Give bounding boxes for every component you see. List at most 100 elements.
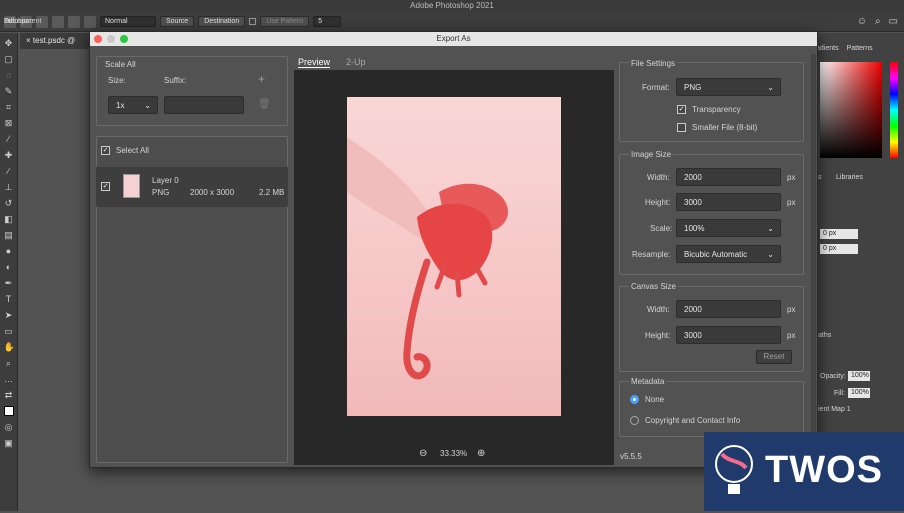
zoom-out-icon[interactable]: ⊖ bbox=[419, 448, 427, 459]
zoom-level: 33.33% bbox=[440, 449, 468, 458]
move-tool-icon[interactable]: ✥ bbox=[4, 38, 14, 48]
size-label: Size: bbox=[108, 76, 126, 85]
suffix-label: Suffix: bbox=[164, 76, 187, 85]
scale-select[interactable]: 100% ⌄ bbox=[676, 219, 781, 237]
source-button[interactable]: Source bbox=[160, 16, 195, 27]
crop-tool-icon[interactable]: ⌗ bbox=[4, 102, 14, 112]
transparency-checkbox[interactable]: ✓ bbox=[677, 105, 686, 114]
preview-tabs: Preview 2-Up bbox=[298, 57, 366, 68]
image-height-unit: px bbox=[787, 198, 796, 207]
selection-subtract-icon[interactable] bbox=[68, 15, 80, 28]
tab-paths[interactable]: aths bbox=[818, 332, 831, 339]
metadata-none-radio[interactable] bbox=[630, 395, 639, 404]
scale-value: 100% bbox=[684, 224, 705, 233]
settings-scrollbar[interactable] bbox=[811, 54, 816, 464]
preview-image bbox=[347, 97, 561, 416]
image-width-input[interactable]: 2000 bbox=[676, 168, 781, 186]
selection-add-icon[interactable] bbox=[52, 15, 64, 28]
scale-all-heading: Scale All bbox=[105, 60, 136, 69]
color-panel-tabs: adients Patterns bbox=[812, 43, 904, 57]
select-all-label: Select All bbox=[116, 146, 149, 155]
path-select-icon[interactable]: ➤ bbox=[4, 310, 14, 320]
image-height-label: Height: bbox=[645, 198, 671, 207]
gradient-tool-icon[interactable]: ▤ bbox=[4, 230, 14, 240]
history-brush-icon[interactable]: ↺ bbox=[4, 198, 14, 208]
canvas-width-input[interactable]: 2000 bbox=[676, 300, 781, 318]
dodge-tool-icon[interactable]: ◐ bbox=[4, 262, 14, 272]
diffusion-select[interactable]: 5 bbox=[313, 16, 342, 27]
destination-button[interactable]: Destination bbox=[198, 16, 246, 27]
format-select[interactable]: PNG ⌄ bbox=[676, 78, 781, 96]
workspace-icon[interactable]: ▭ bbox=[889, 16, 898, 27]
smaller-file-label: Smaller File (8-bit) bbox=[692, 123, 758, 132]
suffix-input[interactable] bbox=[164, 96, 244, 114]
document-tab[interactable]: × test.psdc @ bbox=[20, 33, 95, 49]
healing-tool-icon[interactable]: ✚ bbox=[4, 150, 14, 160]
brush-tool-icon[interactable]: ∕ bbox=[4, 166, 14, 176]
hue-slider[interactable] bbox=[890, 62, 898, 158]
tab-patterns[interactable]: Patterns bbox=[843, 43, 877, 57]
trash-icon[interactable]: 🗑 bbox=[258, 99, 271, 110]
format-value: PNG bbox=[684, 83, 702, 92]
eyedropper-tool-icon[interactable]: ⁄ bbox=[4, 134, 14, 144]
quick-mask-icon[interactable]: ◎ bbox=[4, 422, 14, 432]
stamp-tool-icon[interactable]: ⊥ bbox=[4, 182, 14, 192]
metadata-heading: Metadata bbox=[629, 377, 667, 386]
reset-button[interactable]: Reset bbox=[756, 350, 792, 364]
size-value: 1x bbox=[116, 101, 125, 110]
file-settings-heading: File Settings bbox=[629, 59, 678, 68]
metadata-section bbox=[619, 381, 804, 437]
opacity-field[interactable]: 100% bbox=[848, 371, 870, 381]
zoom-tool-icon[interactable]: ⌕ bbox=[4, 358, 14, 368]
hand-tool-icon[interactable]: ✋ bbox=[4, 342, 15, 352]
size-select[interactable]: 1x ⌄ bbox=[108, 96, 158, 114]
pen-tool-icon[interactable]: ✒ bbox=[4, 278, 14, 288]
fill-field[interactable]: 100% bbox=[848, 388, 870, 398]
eraser-tool-icon[interactable]: ◧ bbox=[4, 214, 14, 224]
maximize-window-button[interactable] bbox=[120, 35, 128, 43]
chevron-down-icon: ⌄ bbox=[767, 83, 774, 92]
opacity-label: Opacity: bbox=[820, 373, 846, 380]
selection-intersect-icon[interactable] bbox=[84, 15, 96, 28]
account-icon[interactable]: ☺ bbox=[857, 16, 867, 27]
patch-select[interactable]: Normal bbox=[100, 16, 156, 27]
metadata-copyright-radio[interactable] bbox=[630, 416, 639, 425]
canvas-height-input[interactable]: 3000 bbox=[676, 326, 781, 344]
tab-2up[interactable]: 2-Up bbox=[346, 57, 366, 68]
layer-name-label: ient Map 1 bbox=[818, 406, 851, 413]
screen-mode-icon[interactable]: ▣ bbox=[4, 438, 14, 448]
quick-select-tool-icon[interactable]: ✎ bbox=[4, 86, 14, 96]
dialog-title: Export As bbox=[436, 34, 471, 43]
swap-colors-icon[interactable]: ⇄ bbox=[4, 390, 14, 400]
close-icon[interactable]: × bbox=[26, 36, 33, 45]
blur-tool-icon[interactable]: ● bbox=[4, 246, 14, 256]
select-all-checkbox[interactable]: ✓ bbox=[101, 146, 110, 155]
fill-label: Fill: bbox=[834, 390, 845, 397]
color-picker-field[interactable] bbox=[820, 62, 882, 158]
color-swatches[interactable] bbox=[3, 406, 14, 416]
minimize-window-button[interactable] bbox=[107, 35, 115, 43]
image-height-input[interactable]: 3000 bbox=[676, 193, 781, 211]
resample-select[interactable]: Bicubic Automatic ⌄ bbox=[676, 245, 781, 263]
type-tool-icon[interactable]: T bbox=[4, 294, 14, 304]
zoom-in-icon[interactable]: ⊕ bbox=[477, 448, 485, 459]
chevron-down-icon: ⌄ bbox=[767, 224, 774, 233]
more-tools-icon[interactable]: … bbox=[4, 374, 14, 384]
y-position-field[interactable]: 0 px bbox=[820, 244, 858, 254]
close-window-button[interactable] bbox=[94, 35, 102, 43]
search-icon[interactable]: ⌕ bbox=[875, 16, 881, 27]
lasso-tool-icon[interactable]: ◌ bbox=[4, 70, 14, 80]
marquee-tool-icon[interactable]: ▢ bbox=[4, 54, 14, 64]
transparent-checkbox[interactable] bbox=[249, 18, 257, 25]
use-pattern-button[interactable]: Use Pattern bbox=[260, 16, 310, 27]
smaller-file-checkbox[interactable] bbox=[677, 123, 686, 132]
tab-preview[interactable]: Preview bbox=[298, 57, 331, 68]
layer-name: Layer 0 bbox=[152, 176, 179, 185]
image-size-heading: Image Size bbox=[629, 150, 674, 159]
frame-tool-icon[interactable]: ⊠ bbox=[4, 118, 14, 128]
layer-checkbox[interactable]: ✓ bbox=[101, 182, 110, 191]
shape-tool-icon[interactable]: ▭ bbox=[4, 326, 14, 336]
add-scale-icon[interactable]: + bbox=[258, 72, 265, 86]
x-position-field[interactable]: 0 px bbox=[820, 229, 858, 239]
tab-libraries[interactable]: Libraries bbox=[836, 174, 863, 181]
